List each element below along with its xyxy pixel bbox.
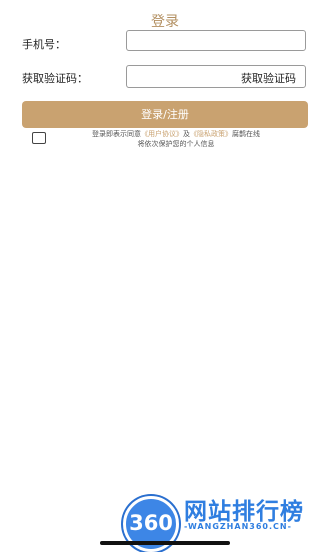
watermark-badge-text: 360 bbox=[129, 511, 173, 535]
page-title: 登录 bbox=[151, 14, 179, 30]
code-label: 获取验证码： bbox=[22, 72, 88, 85]
watermark-title: 网站排行榜 bbox=[184, 499, 304, 525]
login-register-button[interactable]: 登录/注册 bbox=[22, 101, 308, 128]
agreement-text: 登录即表示同意《用户协议》及《隐私政策》腐鹊在线 将依次保护您的个人信息 bbox=[56, 129, 296, 149]
watermark-url: -WANGZHAN360.CN- bbox=[184, 522, 292, 531]
phone-input[interactable] bbox=[126, 30, 306, 51]
agreement-checkbox[interactable] bbox=[32, 132, 46, 144]
home-indicator bbox=[100, 541, 230, 545]
watermark-logo: 360 网站排行榜 -WANGZHAN360.CN- bbox=[118, 488, 330, 552]
agreement-line2: 将依次保护您的个人信息 bbox=[137, 140, 215, 148]
agreement-prefix: 登录即表示同意 bbox=[92, 130, 141, 138]
get-code-button[interactable]: 获取验证码 bbox=[241, 70, 296, 86]
agreement-and: 及 bbox=[183, 130, 190, 138]
privacy-policy-link[interactable]: 《隐私政策》 bbox=[190, 130, 232, 138]
phone-label: 手机号： bbox=[22, 38, 66, 51]
agreement-suffix: 腐鹊在线 bbox=[232, 130, 260, 138]
code-field[interactable]: 获取验证码 bbox=[126, 65, 306, 88]
user-agreement-link[interactable]: 《用户协议》 bbox=[141, 130, 183, 138]
